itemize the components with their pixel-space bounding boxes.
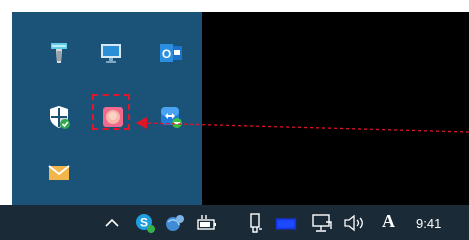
input-method-indicator[interactable]: A [382,211,395,232]
blue-display-icon[interactable] [274,210,298,236]
volume-icon[interactable] [342,210,366,236]
usb-device-icon[interactable] [243,210,267,236]
network-globe-icon[interactable] [163,210,187,236]
battery-icon[interactable] [195,210,219,236]
skype-icon[interactable]: S [133,210,157,236]
taskbar: S A 9:41 [0,205,469,240]
svg-text:S: S [140,216,148,230]
show-hidden-icons-button[interactable] [100,210,124,236]
network-wired-icon[interactable] [310,210,334,236]
clock[interactable]: 9:41 [416,216,441,231]
callout-arrow [136,117,469,133]
